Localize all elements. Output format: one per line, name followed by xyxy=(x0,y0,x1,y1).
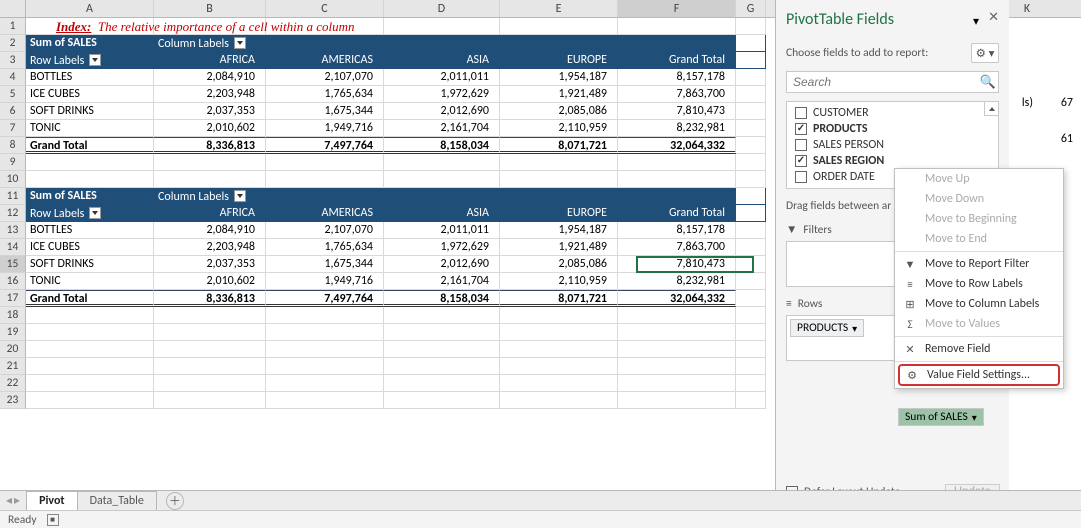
column-labels-dropdown-icon[interactable] xyxy=(234,190,246,202)
field-context-menu: Move UpMove DownMove to BeginningMove to… xyxy=(894,168,1064,389)
checkbox-icon[interactable] xyxy=(795,139,807,151)
checkbox-icon[interactable] xyxy=(795,155,807,167)
menu-item-icon: ▼ xyxy=(903,258,917,271)
column-head-B[interactable]: B xyxy=(154,0,266,17)
pane-options-dropdown-icon[interactable]: ▾ xyxy=(973,14,979,29)
row-head-6[interactable]: 6 xyxy=(0,103,26,120)
row-head-16[interactable]: 16 xyxy=(0,273,26,290)
edge-label-ls: ls) xyxy=(1022,96,1033,110)
menu-item: Move to End xyxy=(895,229,1063,249)
sheet-tab-pivot[interactable]: Pivot xyxy=(26,491,78,512)
row-head-13[interactable]: 13 xyxy=(0,222,26,239)
menu-separator xyxy=(895,361,1063,362)
row-label[interactable]: TONIC xyxy=(26,273,154,290)
row-head-15[interactable]: 15 xyxy=(0,256,26,273)
pane-subtitle: Choose fields to add to report: xyxy=(786,46,928,60)
pivot1-sum-label[interactable]: Sum of SALES xyxy=(26,35,154,52)
row-label[interactable]: BOTTLES xyxy=(26,222,154,239)
menu-separator xyxy=(895,336,1063,337)
index-note: Index: The relative importance of a cell… xyxy=(56,18,354,35)
row-head-7[interactable]: 7 xyxy=(0,120,26,137)
status-bar: Ready ■ xyxy=(0,510,1081,528)
search-input[interactable] xyxy=(787,75,978,89)
row-head-1[interactable]: 1 xyxy=(0,18,26,35)
row-label[interactable]: ICE CUBES xyxy=(26,239,154,256)
menu-item[interactable]: ≡Move to Row Labels xyxy=(895,274,1063,294)
row-label[interactable]: SOFT DRINKS xyxy=(26,256,154,273)
menu-item: Move Down xyxy=(895,189,1063,209)
worksheet-grid[interactable]: 1 Index: The relative importance of a ce… xyxy=(0,18,766,409)
column-head-K[interactable]: K xyxy=(1012,0,1042,18)
edge-values: 67 61 xyxy=(1061,96,1073,168)
checkbox-icon[interactable] xyxy=(795,171,807,183)
menu-item[interactable]: ✕Remove Field xyxy=(895,339,1063,359)
checkbox-icon[interactable] xyxy=(795,123,807,135)
menu-item: Move Up xyxy=(895,169,1063,189)
row-labels-dropdown-icon[interactable] xyxy=(89,54,101,66)
row-head-3[interactable]: 3 xyxy=(0,52,26,69)
menu-item-icon: ⊞ xyxy=(903,298,917,311)
column-labels-dropdown-icon[interactable] xyxy=(234,37,246,49)
cell-A1[interactable]: Index: The relative importance of a cell… xyxy=(26,18,154,35)
macro-record-icon[interactable]: ■ xyxy=(47,514,59,526)
close-icon[interactable]: ✕ xyxy=(988,10,999,25)
gear-icon[interactable]: ⚙ ▾ xyxy=(971,43,999,63)
menu-item-icon: ⚙ xyxy=(905,369,919,382)
menu-item-icon: Σ xyxy=(903,318,917,331)
field-item-products[interactable]: PRODUCTS xyxy=(787,121,998,137)
new-sheet-button[interactable]: ＋ xyxy=(166,492,184,510)
column-head-F[interactable]: F xyxy=(618,0,736,17)
sheet-tab-data-table[interactable]: Data_Table xyxy=(77,491,157,510)
menu-item[interactable]: ⊞Move to Column Labels xyxy=(895,294,1063,314)
sheet-tab-bar: ◂▸ Pivot Data_Table ＋ xyxy=(0,490,1081,510)
menu-item[interactable]: ▼Move to Report Filter xyxy=(895,254,1063,274)
field-item-sales region[interactable]: SALES REGION xyxy=(787,153,998,169)
values-chip-sum-of-sales[interactable]: Sum of SALES▾ xyxy=(898,408,984,426)
menu-item: ΣMove to Values xyxy=(895,314,1063,334)
menu-item-icon: ✕ xyxy=(903,343,917,356)
scroll-up-icon[interactable] xyxy=(984,102,998,116)
row-label[interactable]: SOFT DRINKS xyxy=(26,103,154,120)
row-label[interactable]: ICE CUBES xyxy=(26,86,154,103)
select-all-corner[interactable] xyxy=(0,0,26,17)
row-head-14[interactable]: 14 xyxy=(0,239,26,256)
pivot1-column-labels[interactable]: Column Labels xyxy=(154,35,266,52)
field-search[interactable]: 🔍 xyxy=(786,71,999,93)
pivot1-row-labels[interactable]: Row Labels xyxy=(26,52,154,69)
row-label[interactable]: BOTTLES xyxy=(26,69,154,86)
column-head-C[interactable]: C xyxy=(266,0,384,17)
row-head-5[interactable]: 5 xyxy=(0,86,26,103)
column-head-D[interactable]: D xyxy=(384,0,500,17)
menu-item-value-field-settings[interactable]: ⚙Value Field Settings... xyxy=(898,364,1060,386)
column-head-E[interactable]: E xyxy=(500,0,618,17)
row-head-2[interactable]: 2 xyxy=(0,35,26,52)
row-head-4[interactable]: 4 xyxy=(0,69,26,86)
field-item-customer[interactable]: CUSTOMER xyxy=(787,105,998,121)
search-icon[interactable]: 🔍 xyxy=(978,75,998,90)
sheet-nav-buttons[interactable]: ◂▸ xyxy=(0,493,26,508)
column-head-A[interactable]: A xyxy=(26,0,154,17)
status-ready: Ready xyxy=(8,513,37,527)
row-label[interactable]: TONIC xyxy=(26,120,154,137)
menu-item-icon: ≡ xyxy=(903,278,917,291)
pane-title: PivotTable Fields xyxy=(786,10,999,29)
field-item-sales person[interactable]: SALES PERSON xyxy=(787,137,998,153)
row-head-8[interactable]: 8 xyxy=(0,137,26,154)
menu-separator xyxy=(895,251,1063,252)
rows-chip-products[interactable]: PRODUCTS▾ xyxy=(790,319,864,337)
checkbox-icon[interactable] xyxy=(795,107,807,119)
column-head-G[interactable]: G xyxy=(736,0,766,17)
row-labels-dropdown-icon[interactable] xyxy=(89,207,101,219)
menu-item: Move to Beginning xyxy=(895,209,1063,229)
